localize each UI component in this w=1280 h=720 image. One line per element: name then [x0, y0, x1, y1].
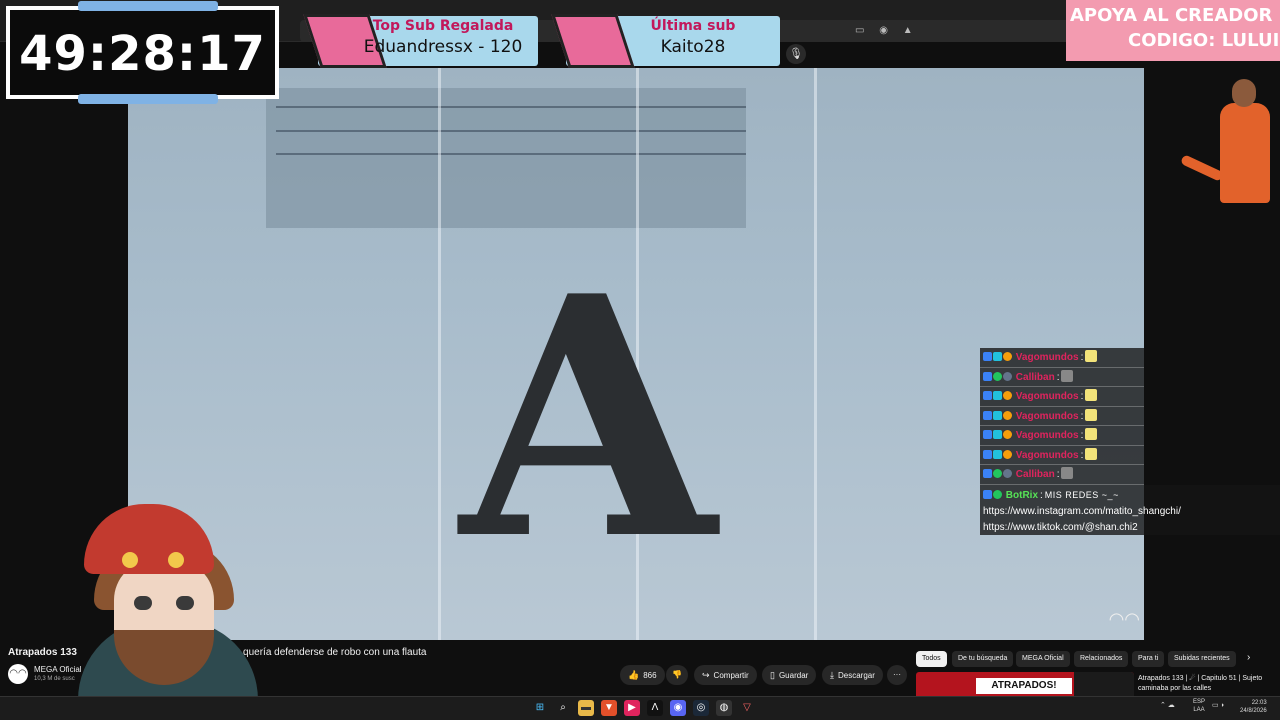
- more-actions-button[interactable]: ···: [887, 665, 907, 685]
- chat-message: Calliban:: [980, 367, 1144, 387]
- channel-avatar[interactable]: ◠◠: [8, 664, 28, 684]
- top-sub-card: Top Sub Regalada Eduandressx - 120: [303, 14, 538, 68]
- last-sub-name: Kaito28: [660, 37, 726, 57]
- thumbs-down-icon: 👎: [672, 670, 682, 679]
- last-sub-card: Última sub Kaito28: [551, 14, 780, 68]
- thumbs-up-icon: 👍: [628, 670, 640, 680]
- obs-icon[interactable]: ◍: [716, 700, 732, 716]
- file-explorer-icon[interactable]: ▬: [578, 700, 594, 716]
- language-indicator[interactable]: ESP LAA: [1193, 698, 1205, 714]
- browser-extension-icons[interactable]: ▭ ◉ ▲: [855, 25, 919, 36]
- chat-username: Calliban: [1015, 371, 1055, 383]
- tiktok-link: https://www.tiktok.com/@shan.chi2: [983, 522, 1138, 533]
- mega-logo-icon: ◠◠: [1108, 609, 1140, 629]
- chevron-right-icon[interactable]: ›: [1247, 652, 1250, 663]
- media-player-icon[interactable]: ▶: [624, 700, 640, 716]
- chip-subidas-recientes[interactable]: Subidas recientes: [1168, 651, 1236, 667]
- chat-message: Vagomundos:: [980, 406, 1144, 426]
- chip-relacionados[interactable]: Relacionados: [1074, 651, 1129, 667]
- app-icon[interactable]: ▽: [739, 700, 755, 716]
- emote-icon: [1085, 447, 1098, 460]
- instagram-link: https://www.instagram.com/matito_shangch…: [983, 506, 1181, 517]
- taskbar-apps: ⊞ ⌕ ▬ ▼ ▶ Λ ◉ ◎ ◍ ▽: [532, 700, 755, 716]
- voice-search-icon[interactable]: 🎙: [786, 44, 806, 64]
- chat-username: Vagomundos: [1015, 352, 1079, 363]
- chip-para-ti[interactable]: Para ti: [1132, 651, 1165, 667]
- chat-overlay: Vagomundos: Calliban: Vagomundos: Vagomu…: [980, 348, 1144, 485]
- bot-username: BotRix: [1005, 490, 1039, 501]
- windows-taskbar: ⊞ ⌕ ▬ ▼ ▶ Λ ◉ ◎ ◍ ▽ ⌃ ☁ ESP LAA ▭ ◗ 22:03…: [0, 696, 1280, 720]
- like-button[interactable]: 👍 866: [620, 665, 665, 685]
- chat-message: Vagomundos:: [980, 445, 1144, 465]
- chat-message: Vagomundos:: [980, 387, 1144, 407]
- creator-code-banner: APOYA AL CREADOR CODIGO: LULUI: [1066, 0, 1280, 61]
- video-frame-scratch: [438, 68, 441, 640]
- dislike-button[interactable]: 👎: [666, 665, 688, 685]
- windows-start-icon[interactable]: ⊞: [532, 700, 548, 716]
- video-frame-line: [276, 106, 746, 108]
- emote-icon: [1061, 369, 1074, 382]
- chip-de-tu-busqueda[interactable]: De tu búsqueda: [952, 651, 1014, 667]
- emote-icon: [1085, 389, 1098, 401]
- chip-mega-oficial[interactable]: MEGA Oficial: [1016, 651, 1070, 667]
- emote-icon: [1085, 408, 1098, 421]
- share-button[interactable]: ↪ Compartir: [694, 665, 757, 685]
- recommended-video-title[interactable]: Atrapados 133 | ☄ | Capitulo 51 | Sujeto…: [1138, 674, 1268, 694]
- share-icon: ↪: [702, 670, 710, 680]
- download-button[interactable]: ⤓ Descargar: [822, 665, 883, 685]
- emote-icon: [1061, 467, 1074, 479]
- creator-banner-line1: APOYA AL CREADOR: [1070, 5, 1273, 26]
- top-sub-name: Eduandressx - 120: [363, 37, 523, 57]
- chat-username: Calliban: [1015, 469, 1055, 480]
- download-icon: ⤓: [830, 670, 834, 680]
- thumbnail-banner: ATRAPADOS!: [976, 678, 1072, 694]
- video-title-letter: A: [459, 224, 717, 612]
- chip-todos[interactable]: Todos: [916, 651, 947, 667]
- bot-chat-message: BotRix: MIS REDES ~_~ https://www.instagr…: [980, 485, 1280, 535]
- browser-icon[interactable]: ▼: [601, 700, 617, 716]
- network-volume-icons[interactable]: ▭ ◗: [1212, 701, 1225, 709]
- video-frame-scratch: [814, 68, 817, 640]
- top-sub-title: Top Sub Regalada: [372, 18, 514, 34]
- search-icon[interactable]: ⌕: [555, 700, 571, 716]
- chat-username: Vagomundos: [1015, 430, 1079, 441]
- emote-icon: [1085, 428, 1098, 440]
- system-tray-icons[interactable]: ⌃ ☁: [1160, 701, 1175, 709]
- chat-username: Vagomundos: [1015, 391, 1079, 402]
- bookmark-icon: ▯: [770, 670, 775, 680]
- creator-banner-line2: CODIGO: LULUI: [1128, 30, 1280, 51]
- chat-username: Vagomundos: [1015, 449, 1079, 461]
- last-sub-title: Última sub: [650, 18, 736, 34]
- bot-message: MIS REDES ~_~: [1044, 490, 1119, 500]
- steam-icon[interactable]: ◎: [693, 700, 709, 716]
- streamer-avatar: [64, 500, 264, 720]
- chat-message: Vagomundos:: [980, 426, 1144, 446]
- player-overlay-image: [1179, 75, 1280, 205]
- taskbar-clock[interactable]: 22:03 24/8/2026: [1240, 699, 1267, 715]
- discord-icon[interactable]: ◉: [670, 700, 686, 716]
- chat-message: Vagomundos:: [980, 348, 1144, 368]
- timer-tab-top: [78, 1, 218, 11]
- stream-screen: ▭ ◉ ▲ 🎙 A ◠◠ 49:28:17 Top Sub Regalada E…: [0, 0, 1280, 720]
- terminal-icon[interactable]: Λ: [647, 700, 663, 716]
- video-frame-line: [276, 153, 746, 155]
- timer-tab-bottom: [78, 94, 218, 104]
- timer-value: 49:28:17: [19, 26, 266, 82]
- emote-icon: [1085, 350, 1098, 362]
- video-frame-graphic: [266, 88, 746, 228]
- chat-username: Vagomundos: [1015, 410, 1079, 422]
- stream-timer: 49:28:17: [6, 1, 279, 104]
- save-button[interactable]: ▯ Guardar: [762, 665, 817, 685]
- chat-message: Calliban:: [980, 465, 1144, 485]
- video-frame-line: [276, 130, 746, 132]
